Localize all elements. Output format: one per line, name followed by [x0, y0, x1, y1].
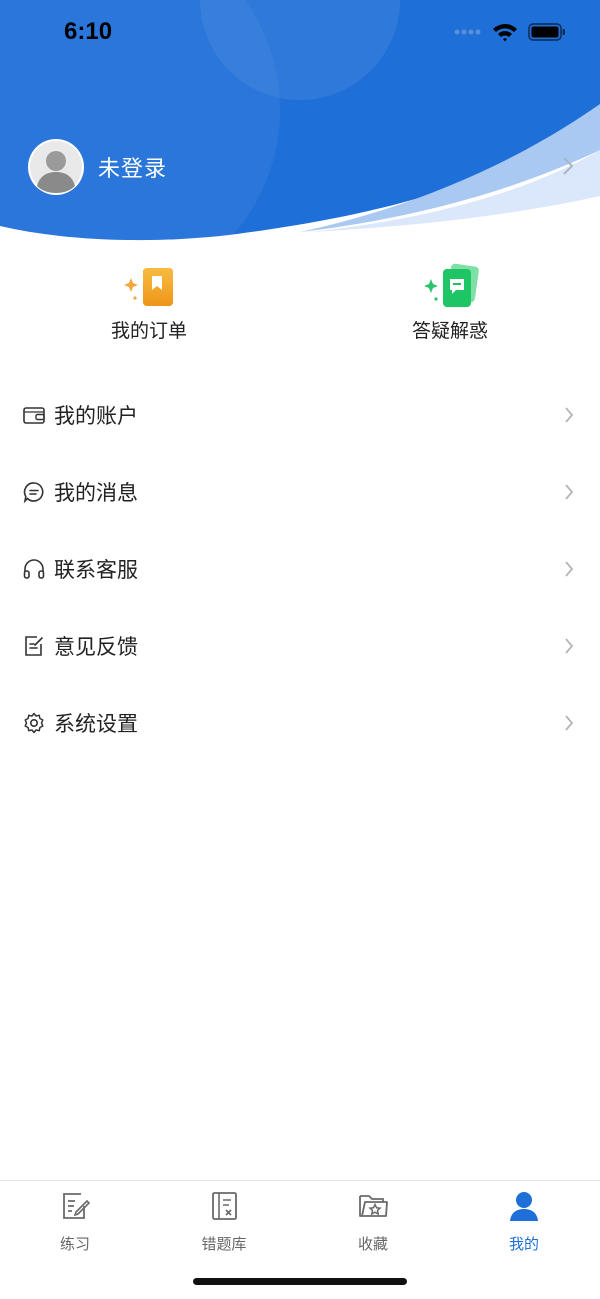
tab-favorites[interactable]: 收藏 — [298, 1187, 448, 1254]
user-icon — [510, 1192, 538, 1221]
quick-actions: 我的订单 答疑解惑 — [0, 262, 600, 352]
feedback-edit-icon — [25, 635, 43, 656]
my-orders-button[interactable]: 我的订单 — [69, 262, 229, 343]
profile-header: 6:10 未登录 — [0, 0, 600, 260]
menu-item-label: 意见反馈 — [54, 634, 138, 659]
chevron-right-icon — [565, 407, 574, 423]
chevron-right-icon — [565, 715, 574, 731]
chevron-right-icon — [563, 157, 574, 175]
message-icon — [23, 481, 44, 503]
qa-help-label: 答疑解惑 — [411, 320, 488, 342]
tab-label: 错题库 — [201, 1235, 247, 1253]
star-folder-icon — [359, 1195, 388, 1217]
login-status-label: 未登录 — [98, 157, 168, 182]
gear-icon — [24, 712, 44, 733]
status-bar: 6:10 — [0, 0, 600, 70]
tab-label: 我的 — [508, 1235, 539, 1253]
settings-menu: 我的账户 我的消息 联系客服 意见反馈 系统设置 — [0, 376, 600, 761]
tab-label: 收藏 — [357, 1235, 388, 1253]
menu-item-settings[interactable]: 系统设置 — [0, 684, 600, 761]
menu-item-account[interactable]: 我的账户 — [0, 376, 600, 453]
menu-item-customer-service[interactable]: 联系客服 — [0, 530, 600, 607]
status-time: 6:10 — [64, 18, 113, 45]
tab-label: 练习 — [59, 1235, 90, 1253]
menu-item-label: 我的消息 — [54, 480, 138, 505]
menu-item-messages[interactable]: 我的消息 — [0, 453, 600, 530]
bookmark-book-icon — [124, 268, 173, 306]
wifi-icon — [493, 24, 517, 42]
default-avatar-icon — [30, 141, 82, 193]
wallet-icon — [23, 406, 45, 424]
error-book-icon — [212, 1192, 237, 1220]
chat-cards-icon — [424, 263, 479, 307]
qa-help-button[interactable]: 答疑解惑 — [370, 262, 530, 343]
home-indicator — [193, 1278, 407, 1285]
menu-item-label: 系统设置 — [54, 711, 138, 736]
tab-mine[interactable]: 我的 — [449, 1187, 599, 1254]
profile-login-row[interactable]: 未登录 — [28, 138, 580, 196]
tab-practice[interactable]: 练习 — [0, 1187, 150, 1254]
tab-error-book[interactable]: 错题库 — [149, 1187, 299, 1254]
avatar — [28, 139, 84, 195]
cellular-dots-icon — [454, 29, 481, 35]
menu-item-label: 联系客服 — [54, 557, 138, 582]
chevron-right-icon — [565, 484, 574, 500]
headphones-icon — [23, 558, 45, 579]
my-orders-label: 我的订单 — [110, 320, 187, 342]
practice-edit-icon — [63, 1193, 91, 1219]
menu-item-feedback[interactable]: 意见反馈 — [0, 607, 600, 684]
chevron-right-icon — [565, 561, 574, 577]
chevron-right-icon — [565, 638, 574, 654]
menu-item-label: 我的账户 — [54, 403, 138, 428]
battery-icon — [528, 23, 565, 41]
